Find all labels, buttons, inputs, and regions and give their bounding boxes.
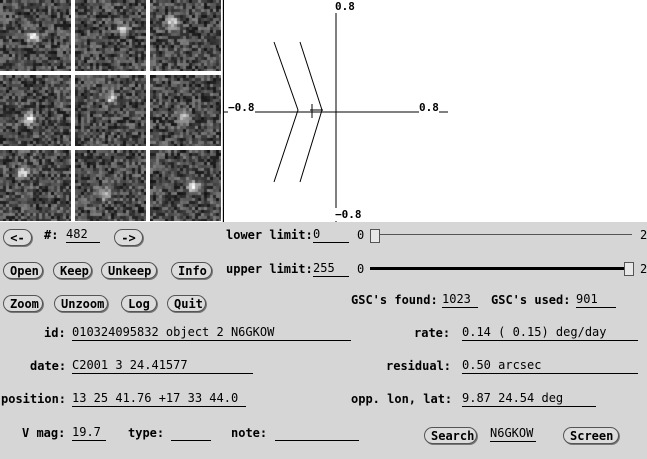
thumbnail-frame[interactable]	[0, 75, 71, 146]
thumbnail-frame[interactable]	[75, 75, 146, 146]
lower-limit-field[interactable]: 0	[313, 227, 349, 243]
date-label: date:	[30, 359, 67, 373]
image-thumbnail-grid	[0, 0, 222, 222]
x-max-label: 0.8	[419, 101, 439, 114]
search-designation-field[interactable]: N6GKOW	[490, 426, 536, 442]
quit-button[interactable]: Quit	[167, 295, 206, 312]
gsc-used-label: GSC's used:	[491, 293, 571, 307]
blank-panel	[448, 0, 647, 222]
thumbnail-frame[interactable]	[0, 150, 71, 221]
note-label: note:	[231, 426, 268, 440]
unzoom-button[interactable]: Unzoom	[54, 295, 108, 312]
record-number-field[interactable]: 482	[66, 227, 100, 243]
lower-slider-knob[interactable]	[370, 229, 380, 243]
thumbnail-frame[interactable]	[150, 0, 221, 71]
opp-lon-lat-label: opp. lon, lat:	[351, 392, 453, 406]
plot-canvas	[224, 0, 448, 222]
motion-plot: 0.8 −0.8 0.8 −0.8	[223, 0, 448, 222]
gsc-found-value: 1023	[442, 292, 478, 308]
y-max-label: 0.8	[335, 0, 355, 13]
open-button[interactable]: Open	[3, 262, 43, 279]
opp-lon-lat-field[interactable]: 9.87 24.54 deg	[462, 391, 596, 407]
vmag-field[interactable]: 19.7	[72, 425, 106, 441]
id-field[interactable]: 010324095832 object 2 N6GKOW	[72, 325, 351, 341]
thumbnail-frame[interactable]	[150, 75, 221, 146]
type-field[interactable]	[171, 425, 211, 441]
note-field[interactable]	[275, 425, 359, 441]
residual-field[interactable]: 0.50 arcsec	[462, 358, 638, 374]
gsc-found-label: GSC's found:	[351, 293, 438, 307]
thumbnail-frame[interactable]	[0, 0, 71, 71]
vmag-label: V mag:	[22, 426, 66, 440]
date-field[interactable]: C2001 3 24.41577	[72, 358, 253, 374]
lower-slider-max: 2	[640, 228, 647, 242]
upper-limit-label: upper limit:	[226, 262, 313, 276]
next-button[interactable]: ->	[114, 229, 143, 246]
upper-limit-field[interactable]: 255	[313, 261, 349, 277]
screen-button[interactable]: Screen	[563, 427, 619, 444]
thumbnail-frame[interactable]	[75, 0, 146, 71]
unkeep-button[interactable]: Unkeep	[101, 262, 157, 279]
info-button[interactable]: Info	[171, 262, 212, 279]
upper-slider-knob[interactable]	[624, 262, 634, 276]
thumbnail-frame[interactable]	[75, 150, 146, 221]
rate-field[interactable]: 0.14 ( 0.15) deg/day	[462, 325, 638, 341]
position-label: position:	[1, 392, 67, 406]
log-button[interactable]: Log	[121, 295, 157, 312]
thumbnail-frame[interactable]	[150, 150, 221, 221]
lower-limit-slider[interactable]	[370, 228, 636, 243]
x-min-label: −0.8	[228, 101, 255, 114]
upper-slider-max: 2	[640, 262, 647, 276]
id-label: id:	[44, 326, 66, 340]
lower-limit-label: lower limit:	[226, 228, 313, 242]
prev-button[interactable]: <-	[3, 229, 32, 246]
search-button[interactable]: Search	[424, 427, 477, 444]
gsc-used-value: 901	[576, 292, 616, 308]
keep-button[interactable]: Keep	[53, 262, 92, 279]
position-field[interactable]: 13 25 41.76 +17 33 44.0	[72, 391, 246, 407]
upper-limit-slider[interactable]	[370, 262, 636, 276]
lower-slider-min: 0	[357, 228, 365, 242]
record-number-label: #:	[44, 228, 59, 242]
zoom-button[interactable]: Zoom	[3, 295, 43, 312]
type-label: type:	[128, 426, 165, 440]
upper-slider-min: 0	[357, 262, 365, 276]
residual-label: residual:	[386, 359, 452, 373]
rate-label: rate:	[414, 326, 451, 340]
y-min-label: −0.8	[335, 208, 362, 221]
